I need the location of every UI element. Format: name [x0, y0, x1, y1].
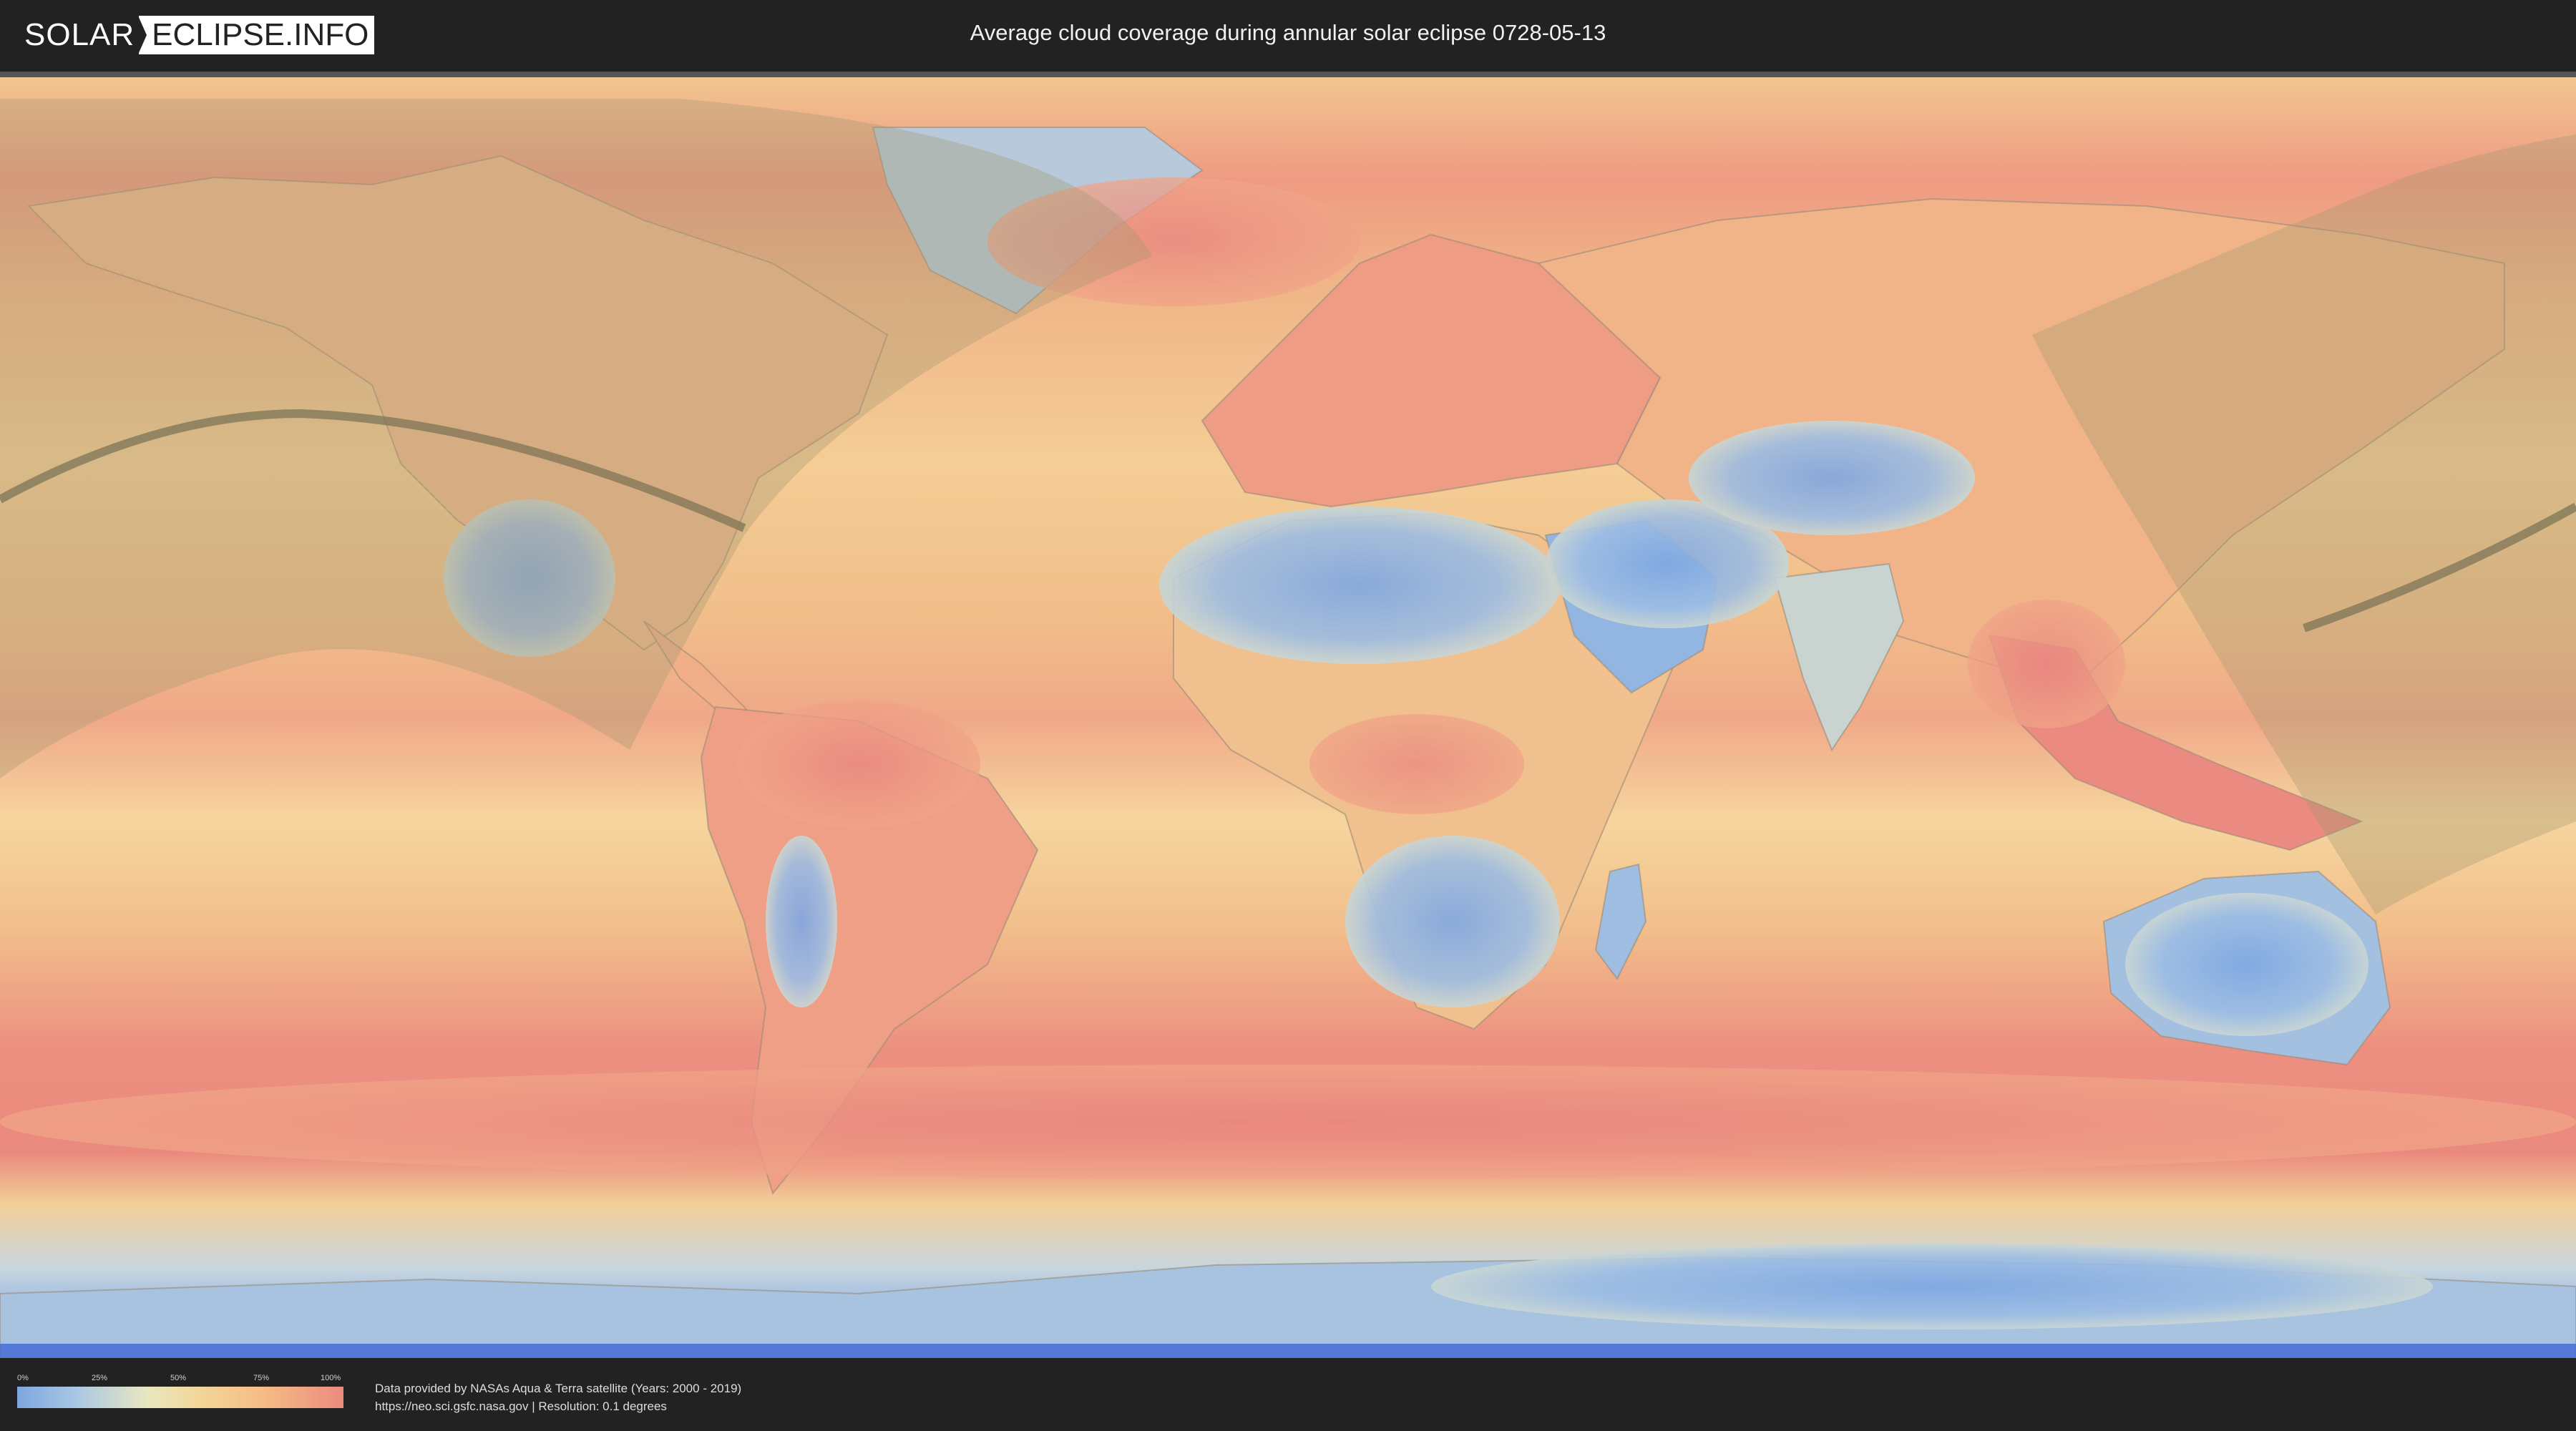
cloud-coverage-map[interactable]: [0, 77, 2576, 1358]
central-asia-low-cloud: [1689, 421, 1975, 535]
header-divider: [0, 72, 2576, 77]
legend-tick-75: 75%: [253, 1374, 270, 1382]
congo-high-cloud: [1309, 714, 1524, 814]
australia-low-cloud: [2125, 893, 2368, 1036]
legend-tick-25: 25%: [92, 1374, 108, 1382]
legend-color-bar: [17, 1387, 343, 1408]
antarctica-low-cloud: [1431, 1244, 2433, 1329]
legend-tick-0: 0%: [17, 1374, 29, 1382]
credit-line-url[interactable]: https://neo.sci.gsfc.nasa.gov | Resoluti…: [375, 1397, 741, 1415]
map-bottom-rim: [0, 1344, 2576, 1358]
amazon-high-cloud: [737, 700, 980, 829]
header-bar: SOLAR ECLIPSE.INFO Average cloud coverag…: [0, 0, 2576, 72]
legend-tick-labels: 0% 25% 50% 75% 100%: [17, 1374, 343, 1387]
sahara-low-cloud: [1159, 507, 1560, 664]
southern-africa-low-cloud: [1345, 836, 1560, 1007]
cloud-coverage-legend: 0% 25% 50% 75% 100%: [17, 1374, 343, 1408]
legend-tick-100: 100%: [321, 1374, 341, 1382]
data-credits: Data provided by NASAs Aqua & Terra sate…: [375, 1379, 741, 1415]
footer-bar: 0% 25% 50% 75% 100% Data provided by NAS…: [0, 1358, 2576, 1431]
credit-line-source: Data provided by NASAs Aqua & Terra sate…: [375, 1382, 742, 1395]
andes-low-cloud: [766, 836, 837, 1007]
page-title: Average cloud coverage during annular so…: [970, 20, 1606, 45]
world-map-svg: [0, 77, 2576, 1358]
indochina-high-cloud: [1968, 600, 2125, 728]
legend-tick-50: 50%: [170, 1374, 187, 1382]
southern-ocean-high-cloud: [0, 1065, 2576, 1179]
